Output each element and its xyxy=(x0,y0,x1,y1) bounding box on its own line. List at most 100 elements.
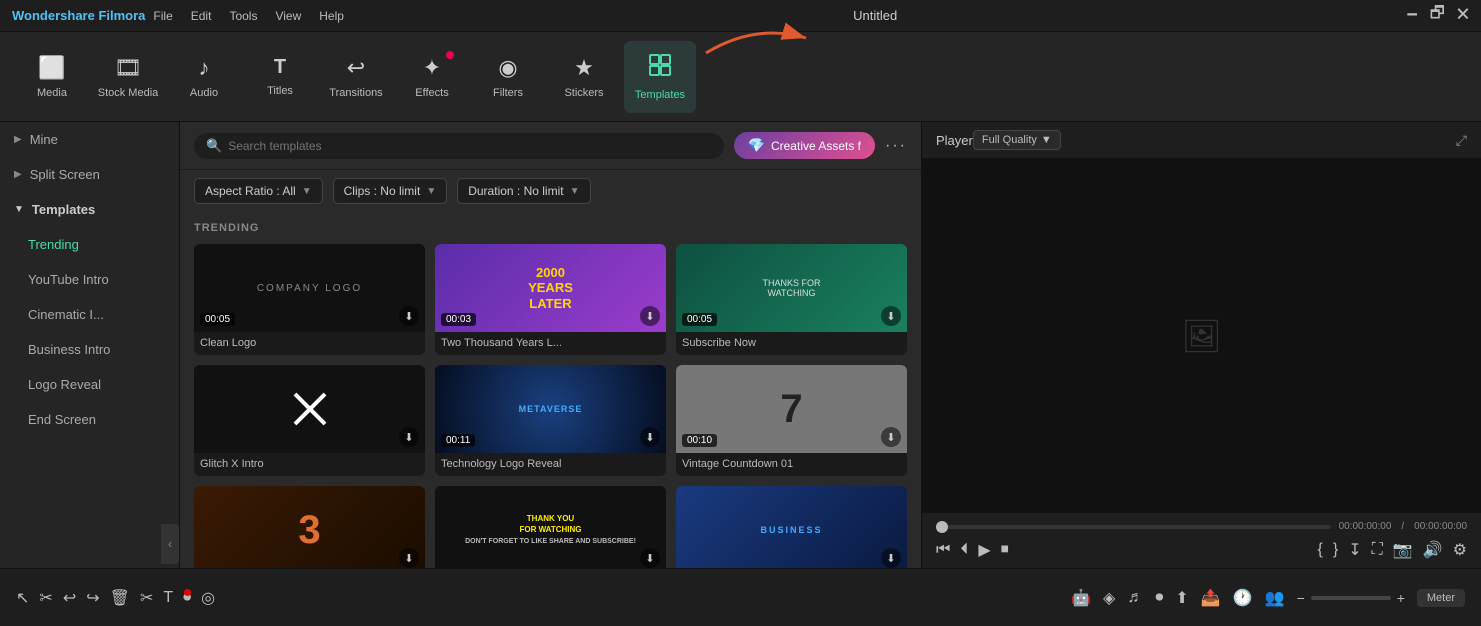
zoom-out-button[interactable]: − xyxy=(1297,590,1305,606)
download-two-thousand[interactable]: ⬇ xyxy=(640,306,660,326)
thumb-text-two-thousand: 2000YEARSLATER xyxy=(528,265,573,312)
template-card-business[interactable]: BUSINESS ⬇ Business Card xyxy=(676,486,907,568)
tool-record[interactable]: ⏺ xyxy=(183,589,191,607)
template-thumb-countdown3: 3 ⬇ xyxy=(194,486,425,568)
toolbar-stickers[interactable]: ★ Stickers xyxy=(548,41,620,113)
template-card-metaverse[interactable]: METAVERSE 00:11 ⬇ Technology Logo Reveal xyxy=(435,365,666,476)
tool-scene-detect[interactable]: ◈ xyxy=(1103,588,1115,608)
tool-select[interactable]: ↖ xyxy=(16,588,29,608)
tool-text[interactable]: T xyxy=(163,589,173,607)
tool-audio-sep[interactable]: ♬ xyxy=(1127,589,1143,607)
sidebar-youtube-intro-label: YouTube Intro xyxy=(28,272,109,287)
player-volume-button[interactable]: 🔊 xyxy=(1423,540,1443,560)
aspect-ratio-filter[interactable]: Aspect Ratio : All ▼ xyxy=(194,178,323,204)
tool-delete[interactable]: 🗑 xyxy=(110,588,130,608)
toolbar-filters[interactable]: ◉ Filters xyxy=(472,41,544,113)
template-card-two-thousand[interactable]: 2000YEARSLATER 00:03 ⬇ Two Thousand Year… xyxy=(435,244,666,355)
sidebar-item-mine[interactable]: ▶ Mine xyxy=(0,122,179,157)
search-input[interactable] xyxy=(228,139,711,153)
toolbar-effects[interactable]: ✦ Effects xyxy=(396,41,468,113)
template-card-thankyou[interactable]: THANK YOUFOR WATCHINGDON'T FORGET TO LIK… xyxy=(435,486,666,568)
player-snapshot-button[interactable]: 📷 xyxy=(1393,540,1413,560)
template-card-subscribe[interactable]: THANKS FORWATCHING 00:05 ⬇ Subscribe Now xyxy=(676,244,907,355)
toolbar-media[interactable]: ⬜ Media xyxy=(16,41,88,113)
toolbar-stock-media[interactable]: 🎞 Stock Media xyxy=(92,41,164,113)
window-minimize-icon[interactable]: 🗕 xyxy=(1406,2,1417,29)
tool-split[interactable]: ✂ xyxy=(140,588,153,608)
player-settings-button[interactable]: ⚙ xyxy=(1453,540,1467,560)
player-mark-out-button[interactable]: } xyxy=(1333,540,1338,560)
menu-edit[interactable]: Edit xyxy=(191,9,212,23)
template-thumb-metaverse: METAVERSE 00:11 ⬇ xyxy=(435,365,666,453)
menu-tools[interactable]: Tools xyxy=(229,9,257,23)
tool-undo[interactable]: ↩ xyxy=(63,588,76,608)
player-frame-back-button[interactable]: ⏴ xyxy=(960,541,968,559)
player-mark-in-button[interactable]: { xyxy=(1318,540,1323,560)
download-clean-logo[interactable]: ⬇ xyxy=(399,306,419,326)
window-close-icon[interactable]: 🗙 xyxy=(1457,2,1469,29)
player-title: Player xyxy=(936,133,973,148)
download-metaverse[interactable]: ⬇ xyxy=(640,427,660,447)
zoom-slider[interactable] xyxy=(1311,596,1391,600)
sidebar-item-split-screen[interactable]: ▶ Split Screen xyxy=(0,157,179,192)
zoom-in-button[interactable]: + xyxy=(1397,590,1405,606)
toolbar-audio[interactable]: ♪ Audio xyxy=(168,41,240,113)
template-card-countdown3[interactable]: 3 ⬇ Countdown 3 xyxy=(194,486,425,568)
clips-filter[interactable]: Clips : No limit ▼ xyxy=(333,178,448,204)
sidebar-item-business-intro[interactable]: Business Intro xyxy=(0,332,179,367)
sidebar-item-logo-reveal[interactable]: Logo Reveal xyxy=(0,367,179,402)
template-card-clean-logo[interactable]: COMPANY LOGO 00:05 ⬇ Clean Logo xyxy=(194,244,425,355)
tool-redo[interactable]: ↪ xyxy=(86,588,99,608)
menu-view[interactable]: View xyxy=(275,9,301,23)
template-thumb-two-thousand: 2000YEARSLATER 00:03 ⬇ xyxy=(435,244,666,332)
player-stop-button[interactable]: ⏹ xyxy=(1001,541,1009,559)
menu-help[interactable]: Help xyxy=(319,9,344,23)
player-play-button[interactable]: ▶ xyxy=(978,540,990,560)
audio-icon: ♪ xyxy=(199,55,210,81)
download-business[interactable]: ⬇ xyxy=(881,548,901,568)
tool-ai-face[interactable]: 🤖 xyxy=(1071,588,1091,608)
sidebar-item-templates[interactable]: ▼ Templates xyxy=(0,192,179,227)
tool-history[interactable]: 🕐 xyxy=(1233,588,1253,608)
duration-filter[interactable]: Duration : No limit ▼ xyxy=(457,178,590,204)
template-name-two-thousand: Two Thousand Years L... xyxy=(435,332,666,355)
sidebar-item-trending[interactable]: Trending xyxy=(0,227,179,262)
download-glitch-x[interactable]: ⬇ xyxy=(399,427,419,447)
template-card-glitch-x[interactable]: ⬇ Glitch X Intro xyxy=(194,365,425,476)
toolbar-titles[interactable]: T Titles xyxy=(244,41,316,113)
tool-extra[interactable]: ◎ xyxy=(201,588,215,608)
media-icon: ⬜ xyxy=(38,55,65,81)
tool-import[interactable]: ⬆ xyxy=(1175,588,1188,608)
tool-export[interactable]: 📤 xyxy=(1201,588,1221,608)
player-fullscreen-button[interactable]: ⛶ xyxy=(1372,540,1383,560)
download-subscribe[interactable]: ⬇ xyxy=(881,306,901,326)
creative-assets-button[interactable]: 💎 Creative Assets f xyxy=(734,132,875,159)
window-restore-icon[interactable]: 🗗 xyxy=(1430,2,1445,29)
clips-arrow: ▼ xyxy=(426,186,436,197)
progress-bar[interactable] xyxy=(936,525,1331,529)
player-skip-back-button[interactable]: ⏮ xyxy=(936,541,950,559)
toolbar-media-label: Media xyxy=(37,87,67,99)
sidebar-item-youtube-intro[interactable]: YouTube Intro xyxy=(0,262,179,297)
content-header: 🔍 💎 Creative Assets f ··· xyxy=(180,122,921,170)
tool-record2[interactable]: ⏺ xyxy=(1155,589,1163,607)
download-vintage[interactable]: ⬇ xyxy=(881,427,901,447)
search-box[interactable]: 🔍 xyxy=(194,133,724,159)
menu-file[interactable]: File xyxy=(153,9,172,23)
sidebar-collapse-button[interactable]: ‹ xyxy=(161,524,179,564)
toolbar-templates[interactable]: Templates xyxy=(624,41,696,113)
sidebar-item-cinematic[interactable]: Cinematic I... xyxy=(0,297,179,332)
toolbar-transitions[interactable]: ↩ Transitions xyxy=(320,41,392,113)
tool-collab[interactable]: 👥 xyxy=(1265,588,1285,608)
more-options-button[interactable]: ··· xyxy=(885,137,907,155)
player-header: Player Full Quality ▼ ⤢ xyxy=(922,122,1481,159)
sidebar-item-end-screen[interactable]: End Screen xyxy=(0,402,179,437)
download-thankyou[interactable]: ⬇ xyxy=(640,548,660,568)
tool-cut[interactable]: ✂ xyxy=(39,588,52,608)
player-expand-icon[interactable]: ⤢ xyxy=(1456,132,1467,149)
timeline-tools: ↖ ✂ ↩ ↪ 🗑 ✂ T ⏺ ◎ xyxy=(16,588,215,608)
quality-dropdown[interactable]: Full Quality ▼ xyxy=(973,130,1061,150)
download-countdown3[interactable]: ⬇ xyxy=(399,548,419,568)
player-insert-button[interactable]: ↧ xyxy=(1348,540,1361,560)
template-card-vintage[interactable]: 7 00:10 ⬇ Vintage Countdown 01 xyxy=(676,365,907,476)
